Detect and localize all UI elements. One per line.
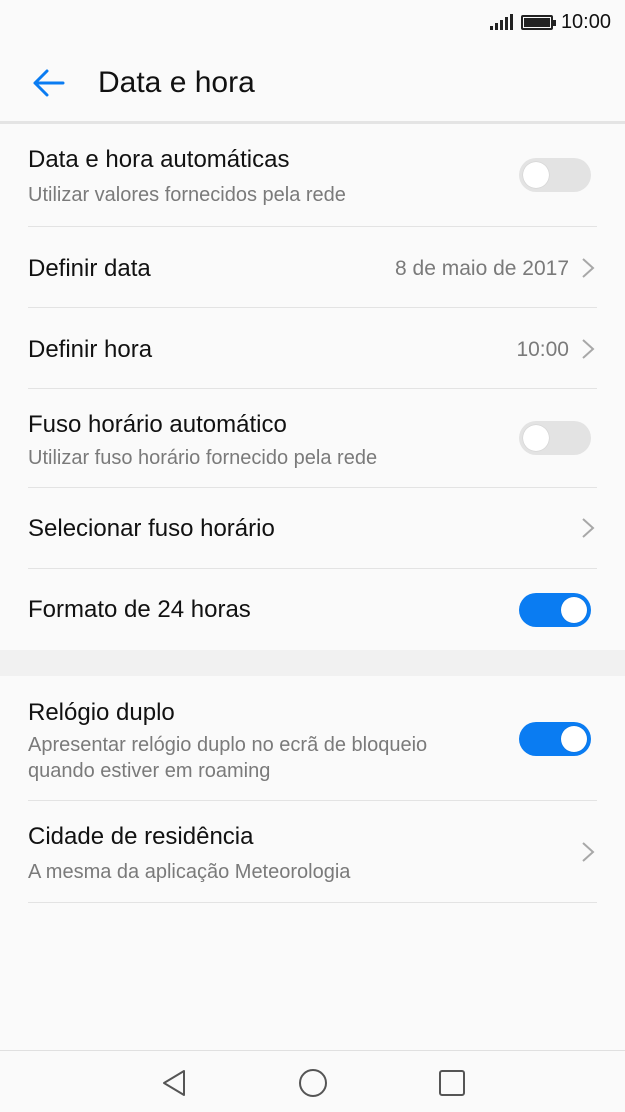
- setting-dual-clock[interactable]: Relógio duplo Apresentar relógio duplo n…: [28, 676, 597, 801]
- auto-timezone-toggle[interactable]: [519, 421, 591, 455]
- setting-description: Utilizar valores fornecidos pela rede: [28, 184, 346, 206]
- setting-set-time[interactable]: Definir hora 10:00: [28, 308, 597, 389]
- app-bar: Data e hora: [0, 44, 625, 122]
- setting-home-city[interactable]: Cidade de residência A mesma da aplicaçã…: [28, 801, 597, 903]
- auto-datetime-toggle[interactable]: [519, 158, 591, 192]
- format-24h-toggle[interactable]: [519, 593, 591, 627]
- status-time: 10:00: [560, 10, 611, 33]
- battery-icon: [520, 14, 556, 30]
- page-title: Data e hora: [98, 66, 255, 99]
- status-bar: 10:00: [0, 0, 625, 44]
- chevron-right-icon: [582, 518, 595, 538]
- app-bar-divider: [0, 121, 625, 124]
- setting-auto-datetime[interactable]: Data e hora automáticas Utilizar valores…: [28, 126, 597, 227]
- section-divider: [0, 650, 625, 676]
- setting-auto-timezone[interactable]: Fuso horário automático Utilizar fuso ho…: [28, 389, 597, 488]
- setting-label: Fuso horário automático: [28, 411, 287, 438]
- setting-label: Cidade de residência: [28, 823, 254, 850]
- navigation-bar: [0, 1050, 625, 1112]
- setting-label: Definir data: [28, 255, 151, 282]
- setting-label: Selecionar fuso horário: [28, 515, 275, 542]
- setting-description-line2: quando estiver em roaming: [28, 760, 271, 782]
- setting-value: 8 de maio de 2017: [395, 257, 569, 280]
- chevron-right-icon: [582, 258, 595, 278]
- triangle-back-icon[interactable]: [158, 1067, 190, 1099]
- setting-select-timezone[interactable]: Selecionar fuso horário: [28, 488, 597, 569]
- setting-description: Apresentar relógio duplo no ecrã de bloq…: [28, 734, 428, 756]
- setting-value: 10:00: [516, 338, 569, 361]
- arrow-left-icon: [33, 69, 65, 97]
- setting-label: Relógio duplo: [28, 699, 175, 726]
- setting-description: Utilizar fuso horário fornecido pela red…: [28, 447, 378, 469]
- back-button[interactable]: [30, 65, 66, 101]
- square-recents-icon[interactable]: [436, 1067, 468, 1099]
- setting-label: Data e hora automáticas: [28, 146, 290, 173]
- circle-home-icon[interactable]: [297, 1067, 329, 1099]
- chevron-right-icon: [582, 339, 595, 359]
- signal-icon: [489, 14, 513, 30]
- setting-label: Formato de 24 horas: [28, 596, 251, 623]
- chevron-right-icon: [582, 842, 595, 862]
- setting-description: A mesma da aplicação Meteorologia: [28, 861, 351, 883]
- setting-label: Definir hora: [28, 336, 153, 363]
- setting-set-date[interactable]: Definir data 8 de maio de 2017: [28, 227, 597, 308]
- setting-24h-format[interactable]: Formato de 24 horas: [28, 569, 597, 650]
- dual-clock-toggle[interactable]: [519, 722, 591, 756]
